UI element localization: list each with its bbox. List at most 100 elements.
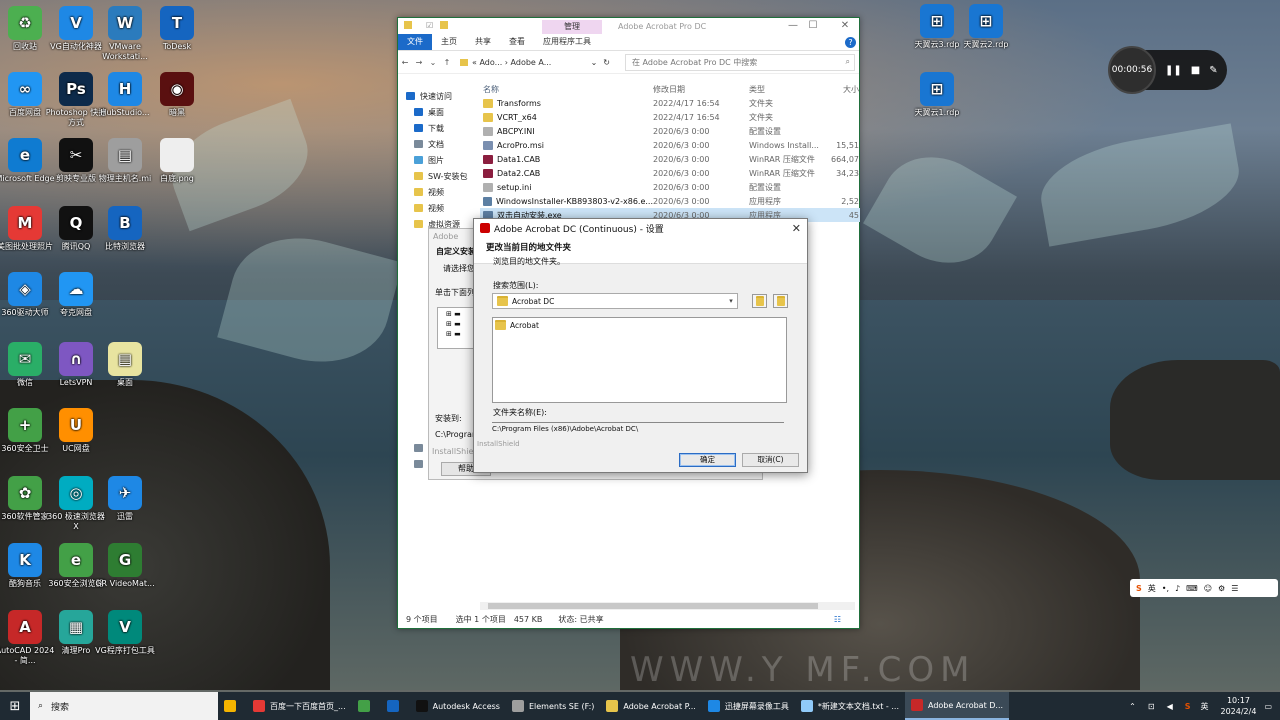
- new-folder-button[interactable]: [773, 294, 788, 308]
- forward-icon[interactable]: →: [412, 58, 426, 67]
- taskbar-item[interactable]: 百度一下百度首页_...: [247, 692, 352, 720]
- notification-icon[interactable]: ▭: [1264, 702, 1272, 711]
- nav-item[interactable]: 桌面: [398, 104, 474, 120]
- checkbox-icon[interactable]: ☑: [426, 21, 433, 30]
- close-icon[interactable]: ✕: [792, 222, 801, 235]
- nav-item[interactable]: 视频: [398, 200, 474, 216]
- taskbar-item[interactable]: [352, 692, 381, 720]
- ime-language[interactable]: 英: [1148, 583, 1156, 594]
- file-row[interactable]: Data2.CAB 2020/6/3 0:00 WinRAR 压缩文件 34,23: [480, 166, 860, 180]
- nav-item[interactable]: 文档: [398, 136, 474, 152]
- nav-item[interactable]: SW-安装包: [398, 168, 474, 184]
- desktop-icon[interactable]: U UC网盘: [45, 408, 107, 454]
- breadcrumb-item[interactable]: Ado...: [479, 58, 502, 67]
- file-row[interactable]: WindowsInstaller-KB893803-v2-x86.e... 202…: [480, 194, 860, 208]
- close-button[interactable]: ✕: [835, 20, 855, 31]
- explorer-titlebar[interactable]: ☑ 管理 Adobe Acrobat Pro DC — ☐ ✕: [398, 18, 859, 34]
- expand-icon[interactable]: ⊞ ▬: [446, 310, 461, 318]
- address-bar[interactable]: « Ado... › Adobe A... ⌄ ↻: [460, 54, 610, 70]
- cancel-button[interactable]: 取消(C): [742, 453, 799, 467]
- nav-item[interactable]: 视频: [398, 184, 474, 200]
- tab-manage[interactable]: 管理: [542, 20, 602, 34]
- column-name[interactable]: 名称: [480, 84, 653, 95]
- tab-file[interactable]: 文件: [398, 34, 432, 50]
- taskbar-item[interactable]: Autodesk Access: [410, 692, 506, 720]
- desktop-icon[interactable]: T ToDesk: [146, 6, 208, 52]
- file-row[interactable]: Transforms 2022/4/17 16:54 文件夹: [480, 96, 860, 110]
- volume-icon[interactable]: ◀: [1167, 702, 1173, 711]
- file-row[interactable]: AcroPro.msi 2020/6/3 0:00 Windows Install.…: [480, 138, 860, 152]
- column-type[interactable]: 类型: [749, 84, 829, 95]
- file-row[interactable]: setup.ini 2020/6/3 0:00 配置设置: [480, 180, 860, 194]
- clock[interactable]: 10:17 2024/2/4: [1221, 695, 1257, 717]
- start-button[interactable]: ⊞: [0, 692, 30, 720]
- horizontal-scrollbar[interactable]: [480, 602, 855, 610]
- microphone-icon[interactable]: ♪: [1175, 584, 1180, 593]
- tab-view[interactable]: 查看: [500, 34, 534, 50]
- scrollbar-thumb[interactable]: [488, 603, 818, 609]
- desktop-icon[interactable]: 白底.png: [146, 138, 208, 184]
- column-size[interactable]: 大小: [829, 84, 859, 95]
- menu-icon[interactable]: ☰: [1231, 584, 1238, 593]
- stop-icon[interactable]: ■: [1191, 65, 1200, 76]
- nav-item[interactable]: 图片: [398, 152, 474, 168]
- sogou-icon[interactable]: S: [1136, 584, 1142, 593]
- taskbar-item[interactable]: *新建文本文档.txt - ...: [795, 692, 905, 720]
- ok-button[interactable]: 确定: [679, 453, 736, 467]
- nav-item[interactable]: 快速访问: [398, 88, 474, 104]
- show-hidden-icons[interactable]: ⌃: [1129, 702, 1136, 711]
- desktop-icon[interactable]: ⊞ 天翼云1.rdp: [906, 72, 968, 118]
- back-icon[interactable]: ←: [398, 58, 412, 67]
- details-view-icon[interactable]: ☷: [834, 615, 841, 624]
- desktop-icon[interactable]: V VG程序打包工具: [94, 610, 156, 656]
- sogou-tray-icon[interactable]: S: [1185, 702, 1191, 711]
- punctuation-icon[interactable]: •,: [1162, 584, 1169, 593]
- keyboard-icon[interactable]: ⌨: [1186, 584, 1198, 593]
- nav-item[interactable]: 下载: [398, 120, 474, 136]
- toolbox-icon[interactable]: ⚙: [1218, 584, 1225, 593]
- desktop-icon[interactable]: B 比特浏览器: [94, 206, 156, 252]
- expand-icon[interactable]: ⊞ ▬: [446, 330, 461, 338]
- help-icon[interactable]: ?: [845, 36, 856, 48]
- taskbar-item[interactable]: Adobe Acrobat D...: [905, 692, 1010, 720]
- breadcrumb-overflow[interactable]: «: [472, 58, 479, 67]
- search-input[interactable]: 在 Adobe Acrobat Pro DC 中搜索 ⌕: [625, 53, 855, 71]
- minimize-button[interactable]: —: [783, 20, 803, 31]
- taskbar-item[interactable]: Adobe Acrobat P...: [600, 692, 701, 720]
- folder-list-item[interactable]: Acrobat: [495, 320, 539, 330]
- pen-icon[interactable]: ✎: [1209, 65, 1217, 76]
- change-folder-dialog[interactable]: Adobe Acrobat DC (Continuous) - 设置 ✕ 更改当…: [473, 218, 808, 473]
- tab-app-tools[interactable]: 应用程序工具: [534, 34, 600, 50]
- look-in-select[interactable]: Acrobat DC ▾: [492, 293, 738, 309]
- folder-name-field[interactable]: C:\Program Files (x86)\Adobe\Acrobat DC\: [492, 422, 784, 435]
- file-row[interactable]: VCRT_x64 2022/4/17 16:54 文件夹: [480, 110, 860, 124]
- folder-list[interactable]: Acrobat: [492, 317, 787, 403]
- network-icon[interactable]: ⊡: [1148, 702, 1155, 711]
- desktop-icon[interactable]: G GR VideoMat...: [94, 543, 156, 589]
- dialog-titlebar[interactable]: Adobe Acrobat DC (Continuous) - 设置 ✕: [474, 219, 807, 237]
- desktop-icon[interactable]: ▤ 桌面: [94, 342, 156, 388]
- file-row[interactable]: ABCPY.INI 2020/6/3 0:00 配置设置: [480, 124, 860, 138]
- breadcrumb-item[interactable]: Adobe A...: [511, 58, 552, 67]
- taskbar-item[interactable]: [218, 692, 247, 720]
- expand-icon[interactable]: ⊞ ▬: [446, 320, 461, 328]
- desktop-icon[interactable]: ◉ 暗黑: [146, 72, 208, 118]
- tab-home[interactable]: 主页: [432, 34, 466, 50]
- taskbar-item[interactable]: 迅捷屏幕录像工具: [702, 692, 795, 720]
- tray-language[interactable]: 英: [1201, 701, 1209, 712]
- refresh-icon[interactable]: ↻: [603, 58, 610, 67]
- up-icon[interactable]: ↑: [440, 58, 454, 67]
- desktop-icon[interactable]: ⊞ 天翼云2.rdp: [955, 4, 1017, 50]
- screen-recorder-widget[interactable]: 00:00:56 ❚❚ ■ ✎: [1108, 46, 1227, 94]
- taskbar-item[interactable]: Elements SE (F:): [506, 692, 600, 720]
- taskbar-item[interactable]: [381, 692, 410, 720]
- recent-dropdown-icon[interactable]: ⌄: [426, 58, 440, 67]
- taskbar-search[interactable]: ⌕ 搜索: [30, 692, 218, 720]
- desktop-icon[interactable]: ✈ 迅雷: [94, 476, 156, 522]
- maximize-button[interactable]: ☐: [803, 20, 823, 31]
- ime-toolbar[interactable]: S 英 •, ♪ ⌨ ☺ ⚙ ☰: [1130, 579, 1278, 597]
- tab-share[interactable]: 共享: [466, 34, 500, 50]
- chevron-down-icon[interactable]: ▾: [725, 297, 737, 305]
- file-row[interactable]: Data1.CAB 2020/6/3 0:00 WinRAR 压缩文件 664,07: [480, 152, 860, 166]
- desktop-icon[interactable]: ☁ 夸克网盘: [45, 272, 107, 318]
